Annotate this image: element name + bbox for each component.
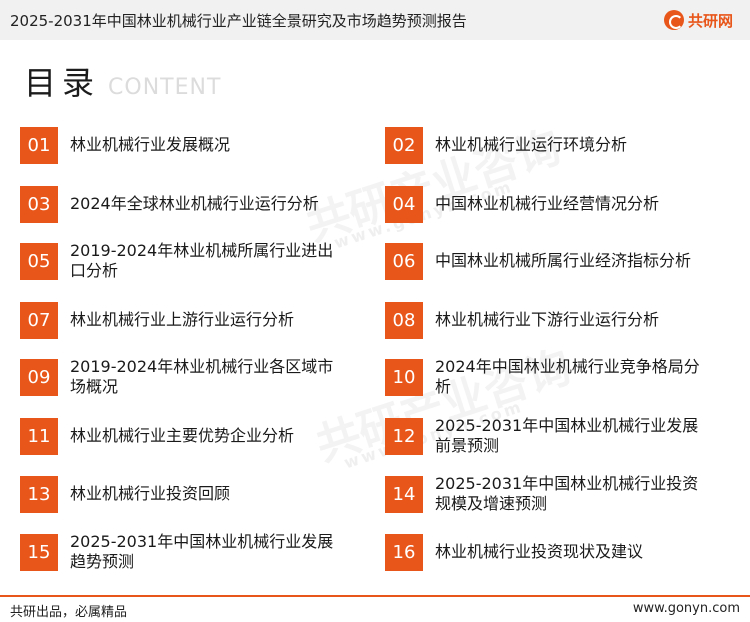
toc-item-03[interactable]: 03 2024年全球林业机械行业运行分析 [20, 184, 360, 224]
toc-item-label: 中国林业机械所属行业经济指标分析 [435, 251, 692, 270]
toc-item-label: 林业机械行业投资回顾 [70, 484, 231, 503]
toc-item-label: 2024年中国林业机械行业竞争格局分析 [435, 357, 700, 396]
toc-item-number: 04 [385, 185, 423, 223]
toc-item-label: 林业机械行业上游行业运行分析 [70, 310, 295, 329]
toc-item-07[interactable]: 07 林业机械行业上游行业运行分析 [20, 300, 360, 340]
toc-item-number: 01 [20, 126, 58, 164]
toc-item-number: 02 [385, 126, 423, 164]
toc-item-label: 2025-2031年中国林业机械行业发展趋势预测 [70, 532, 334, 571]
toc-item-14[interactable]: 14 2025-2031年中国林业机械行业投资规模及增速预测 [385, 474, 725, 514]
toc-item-label: 林业机械行业主要优势企业分析 [70, 426, 295, 445]
toc-item-06[interactable]: 06 中国林业机械所属行业经济指标分析 [385, 241, 725, 281]
toc-item-label: 2025-2031年中国林业机械行业发展前景预测 [435, 416, 699, 455]
toc-item-number: 12 [385, 417, 423, 455]
toc-item-number: 15 [20, 533, 58, 571]
toc-item-number: 03 [20, 185, 58, 223]
toc-item-09[interactable]: 09 2019-2024年林业机械行业各区域市场概况 [20, 357, 360, 397]
toc-item-label: 林业机械行业发展概况 [70, 135, 231, 154]
toc-item-number: 14 [385, 475, 423, 513]
toc-item-number: 10 [385, 358, 423, 396]
toc-item-label: 林业机械行业下游行业运行分析 [435, 310, 660, 329]
toc-item-label: 林业机械行业运行环境分析 [435, 135, 628, 154]
toc-item-number: 05 [20, 242, 58, 280]
toc-item-label: 2019-2024年林业机械行业各区域市场概况 [70, 357, 334, 396]
toc-item-label: 2024年全球林业机械行业运行分析 [70, 194, 319, 213]
toc-item-04[interactable]: 04 中国林业机械行业经营情况分析 [385, 184, 725, 224]
toc-item-number: 13 [20, 475, 58, 513]
toc-item-15[interactable]: 15 2025-2031年中国林业机械行业发展趋势预测 [20, 532, 360, 572]
toc-item-label: 2025-2031年中国林业机械行业投资规模及增速预测 [435, 474, 699, 513]
footer-slogan: 共研出品，必属精品 [10, 605, 128, 620]
toc-list: 01 林业机械行业发展概况 03 2024年全球林业机械行业运行分析 05 20… [0, 0, 750, 622]
toc-item-number: 07 [20, 301, 58, 339]
toc-item-01[interactable]: 01 林业机械行业发展概况 [20, 125, 360, 165]
toc-item-12[interactable]: 12 2025-2031年中国林业机械行业发展前景预测 [385, 416, 725, 456]
toc-item-number: 09 [20, 358, 58, 396]
footer-divider [0, 595, 750, 597]
toc-item-16[interactable]: 16 林业机械行业投资现状及建议 [385, 532, 725, 572]
footer-url: www.gonyn.com [632, 601, 740, 616]
toc-item-10[interactable]: 10 2024年中国林业机械行业竞争格局分析 [385, 357, 725, 397]
toc-item-05[interactable]: 05 2019-2024年林业机械所属行业进出口分析 [20, 241, 360, 281]
toc-item-number: 11 [20, 417, 58, 455]
report-page: 2025-2031年中国林业机械行业产业链全景研究及市场趋势预测报告 共研网 共… [0, 0, 750, 622]
toc-item-number: 16 [385, 533, 423, 571]
toc-item-label: 林业机械行业投资现状及建议 [435, 542, 644, 561]
toc-item-11[interactable]: 11 林业机械行业主要优势企业分析 [20, 416, 360, 456]
toc-item-02[interactable]: 02 林业机械行业运行环境分析 [385, 125, 725, 165]
toc-item-13[interactable]: 13 林业机械行业投资回顾 [20, 474, 360, 514]
toc-item-number: 08 [385, 301, 423, 339]
toc-item-08[interactable]: 08 林业机械行业下游行业运行分析 [385, 300, 725, 340]
toc-item-number: 06 [385, 242, 423, 280]
toc-item-label: 2019-2024年林业机械所属行业进出口分析 [70, 241, 334, 280]
toc-item-label: 中国林业机械行业经营情况分析 [435, 194, 660, 213]
